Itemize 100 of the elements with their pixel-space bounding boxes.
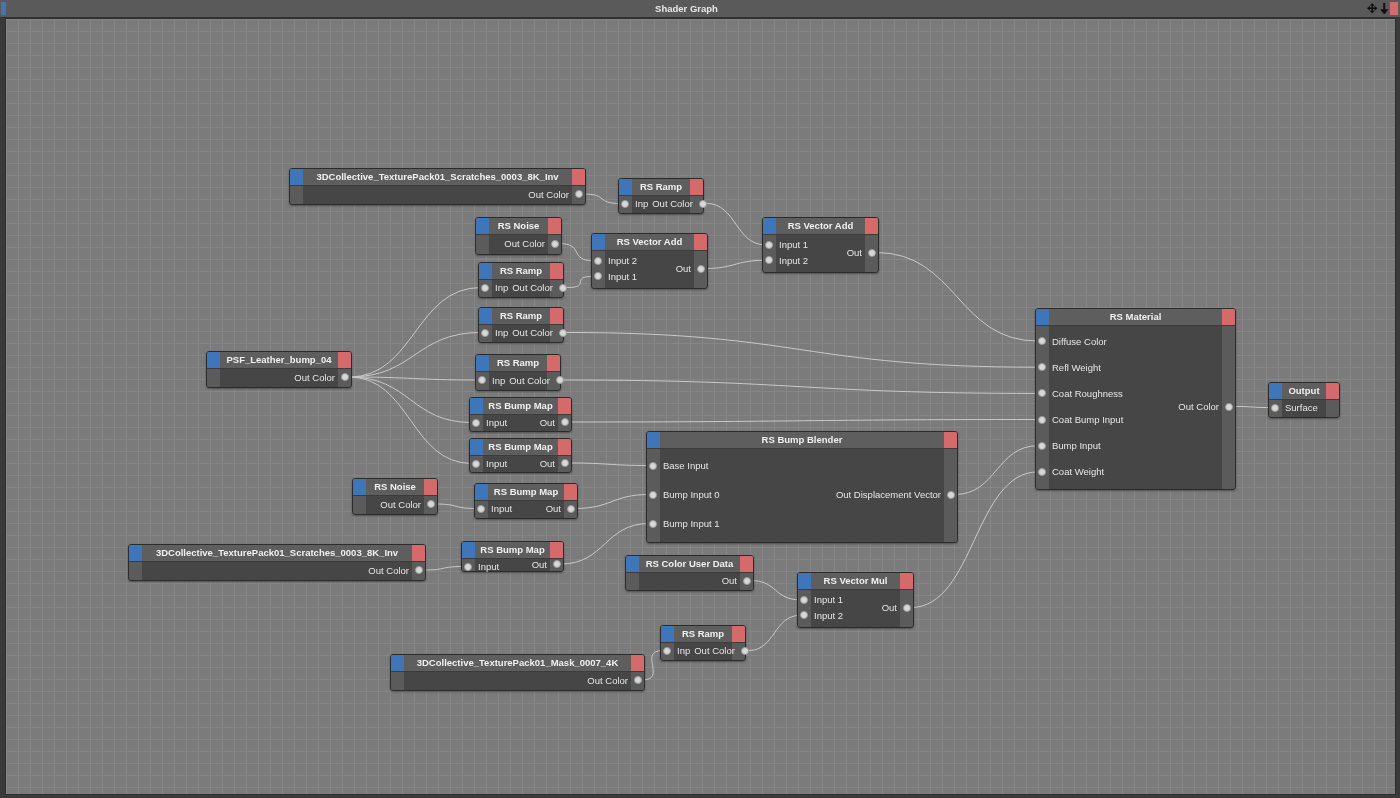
square-marker-icon[interactable] [479,308,492,324]
square-marker-icon[interactable] [626,556,639,572]
node-card[interactable]: RS Bump Map Input Out [461,541,564,572]
square-marker-icon[interactable] [290,169,303,185]
square-marker-icon[interactable] [740,556,753,572]
port-icon[interactable] [1038,337,1046,346]
port-icon[interactable] [481,328,489,337]
square-marker-icon[interactable] [391,655,404,671]
square-marker-icon[interactable] [558,398,571,414]
anchor-icon[interactable] [1378,2,1389,15]
port-icon[interactable] [649,490,657,499]
port-icon[interactable] [341,373,349,381]
port-icon[interactable] [1038,389,1046,398]
port-icon[interactable] [481,283,489,292]
square-marker-icon[interactable] [1036,309,1049,325]
port-icon[interactable] [472,459,480,468]
square-marker-icon[interactable] [338,352,351,368]
square-marker-icon[interactable] [550,263,563,279]
node-card[interactable]: RS Ramp Inp Out Color [478,307,564,343]
port-icon[interactable] [1271,403,1279,412]
node-card[interactable]: PSF_Leather_bump_04 Out Color [206,351,352,388]
port-icon[interactable] [561,418,569,426]
square-marker-icon[interactable] [661,626,674,642]
square-marker-icon[interactable] [550,542,563,558]
square-marker-icon[interactable] [558,439,571,455]
port-icon[interactable] [740,646,749,655]
node-card[interactable]: 3DCollective_TexturePack01_Mask_0007_4K Out Color [390,654,645,691]
square-marker-icon[interactable] [690,179,703,195]
port-icon[interactable] [663,646,671,655]
square-marker-icon[interactable] [798,573,811,589]
port-icon[interactable] [743,576,751,585]
node-card[interactable]: RS Bump Map Input Out [469,397,572,432]
square-marker-icon[interactable] [1326,383,1339,399]
node-card[interactable]: RS Vector Mul Input 1 Input 2 Out [797,572,914,628]
square-marker-icon[interactable] [476,355,489,371]
square-marker-icon[interactable] [1222,309,1235,325]
port-icon[interactable] [1038,363,1046,372]
node-card[interactable]: RS Ramp Inp Out Color [660,625,746,661]
square-marker-icon[interactable] [732,626,745,642]
port-icon[interactable] [464,562,472,571]
port-icon[interactable] [1038,441,1046,450]
square-marker-icon[interactable] [207,352,220,368]
square-marker-icon[interactable] [631,655,644,671]
port-icon[interactable] [558,328,567,337]
port-icon[interactable] [558,283,567,292]
port-icon[interactable] [903,603,911,612]
square-marker-icon[interactable] [470,439,483,455]
port-icon[interactable] [555,376,564,384]
square-marker-icon[interactable] [763,218,776,234]
node-card[interactable]: RS Ramp Inp Out Color [478,262,564,298]
port-icon[interactable] [634,676,642,684]
port-icon[interactable] [427,500,435,508]
port-icon[interactable] [649,461,657,470]
square-marker-icon[interactable] [564,484,577,500]
port-icon[interactable] [415,566,423,574]
node-card[interactable]: RS Bump Map Input Out [474,483,578,519]
port-icon[interactable] [553,560,561,568]
port-icon[interactable] [621,199,629,208]
port-icon[interactable] [649,519,657,528]
node-card[interactable]: RS Vector Add Input 1 Input 2 Out [762,217,879,273]
square-marker-icon[interactable] [1390,2,1398,15]
square-marker-icon[interactable] [548,218,561,234]
port-icon[interactable] [1225,402,1233,411]
square-marker-icon[interactable] [476,218,489,234]
square-marker-icon[interactable] [550,308,563,324]
square-marker-icon[interactable] [470,398,483,414]
square-marker-icon[interactable] [424,479,437,495]
square-marker-icon[interactable] [547,355,560,371]
port-icon[interactable] [697,264,705,273]
node-card[interactable]: 3DCollective_TexturePack01_Scratches_0003_8K_Inv Out Color [128,544,426,581]
square-marker-icon[interactable] [475,484,488,500]
node-card[interactable]: RS Material Diffuse Color Refl Weight Coat Roughness Coat Bump Input Bump Input Coat Weight Out Color [1035,308,1236,490]
port-icon[interactable] [947,490,955,499]
square-marker-icon[interactable] [129,545,142,561]
square-marker-icon[interactable] [619,179,632,195]
port-icon[interactable] [551,239,559,248]
node-card[interactable]: RS Vector Add Input 2 Input 1 Out [591,233,708,289]
port-icon[interactable] [868,248,876,257]
node-card[interactable]: RS Bump Blender Base Input Bump Input 0 Bump Input 1 Out Displacement Vector [646,431,958,543]
graph-canvas[interactable] [5,18,1396,795]
node-card[interactable]: RS Ramp Inp Out Color [475,354,561,391]
move-icon[interactable] [1367,3,1378,14]
port-icon[interactable] [567,504,575,513]
square-marker-icon[interactable] [592,234,605,250]
node-card[interactable]: RS Noise Out Color [475,217,562,255]
port-icon[interactable] [472,418,480,427]
square-marker-icon[interactable] [572,169,585,185]
node-card[interactable]: Output Surface [1268,382,1340,418]
port-icon[interactable] [1038,467,1046,476]
square-marker-icon[interactable] [479,263,492,279]
port-icon[interactable] [575,190,583,198]
square-marker-icon[interactable] [865,218,878,234]
port-icon[interactable] [1038,415,1046,424]
node-card[interactable]: 3DCollective_TexturePack01_Scratches_0003_8K_Inv Out Color [289,168,586,205]
square-marker-icon[interactable] [647,432,660,448]
port-icon[interactable] [561,459,569,467]
square-marker-icon[interactable] [462,542,475,558]
square-marker-icon[interactable] [1269,383,1282,399]
square-marker-icon[interactable] [944,432,957,448]
node-card[interactable]: RS Noise Out Color [352,478,438,515]
